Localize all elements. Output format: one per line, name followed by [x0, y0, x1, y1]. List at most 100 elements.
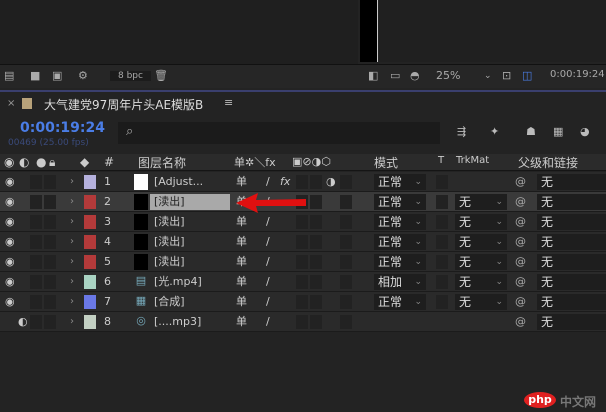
new-folder-icon[interactable]: ■	[30, 69, 40, 82]
expand-chevron-icon[interactable]: ›	[70, 174, 74, 190]
project-settings-icon[interactable]: ⚙	[78, 69, 88, 82]
parent-select[interactable]: 无	[537, 254, 606, 270]
transparency-grid-icon[interactable]: ◫	[522, 69, 532, 82]
trkmat-select[interactable]: 无 ⌄	[455, 294, 507, 310]
switch-box[interactable]	[30, 195, 42, 209]
pickwhip-icon[interactable]: @	[515, 274, 526, 290]
mode-select[interactable]: 正常 ⌄	[374, 174, 426, 190]
switch-box[interactable]	[340, 275, 352, 289]
mode-select[interactable]: 相加 ⌄	[374, 274, 426, 290]
layer-name[interactable]: [渎出]	[150, 214, 230, 230]
preserve-transparency-box[interactable]	[436, 275, 448, 289]
layer-name[interactable]: [渎出]	[150, 194, 230, 210]
label-color[interactable]	[84, 315, 96, 329]
parent-select[interactable]: 无	[537, 214, 606, 230]
switch-box[interactable]	[340, 175, 352, 189]
column-mode[interactable]: 模式	[374, 154, 398, 171]
monitor-icon[interactable]: ▭	[390, 69, 400, 82]
switch-box[interactable]	[30, 235, 42, 249]
preserve-transparency-box[interactable]	[436, 175, 448, 189]
shy-switch-icon[interactable]: 单	[236, 274, 247, 290]
label-color[interactable]	[84, 255, 96, 269]
eye-icon[interactable]: ◉	[5, 274, 15, 290]
trkmat-select[interactable]: 无 ⌄	[455, 194, 507, 210]
switch-box[interactable]	[310, 255, 322, 269]
switch-box[interactable]	[310, 195, 322, 209]
switch-box[interactable]	[30, 255, 42, 269]
tab-comp-title[interactable]: 大气建党97周年片头AE模版B	[44, 96, 203, 113]
layer-name[interactable]: [Adjust...	[150, 174, 230, 190]
expand-chevron-icon[interactable]: ›	[70, 274, 74, 290]
switch-box[interactable]	[340, 255, 352, 269]
switch-box[interactable]	[310, 175, 322, 189]
layer-name[interactable]: [合成]	[150, 294, 230, 310]
trkmat-select[interactable]: 无 ⌄	[455, 234, 507, 250]
switch-box[interactable]	[296, 255, 308, 269]
column-parent[interactable]: 父级和链接	[518, 154, 578, 171]
preserve-transparency-box[interactable]	[436, 195, 448, 209]
quality-switch-icon[interactable]: /	[266, 314, 270, 330]
mode-select[interactable]: 正常 ⌄	[374, 294, 426, 310]
eye-icon[interactable]: ◉	[5, 254, 15, 270]
pickwhip-icon[interactable]: @	[515, 254, 526, 270]
mode-select[interactable]: 正常 ⌄	[374, 254, 426, 270]
shy-switch-icon[interactable]: 单	[236, 294, 247, 310]
parent-select[interactable]: 无	[537, 234, 606, 250]
switch-box[interactable]	[296, 235, 308, 249]
parent-select[interactable]: 无	[537, 294, 606, 310]
switch-box[interactable]	[296, 275, 308, 289]
layer-row[interactable]: ◉ › 1 [Adjust... 单 / fx ◑ 正常 ⌄ @ 无	[0, 172, 606, 192]
close-icon[interactable]: ×	[7, 98, 15, 109]
parent-select[interactable]: 无	[537, 314, 606, 330]
preserve-transparency-box[interactable]	[436, 295, 448, 309]
shy-switch-icon[interactable]: 单	[236, 174, 247, 190]
switch-box[interactable]	[296, 175, 308, 189]
label-color[interactable]	[84, 295, 96, 309]
switch-box[interactable]	[340, 235, 352, 249]
chevron-down-icon[interactable]: ⌄	[484, 71, 492, 81]
expand-chevron-icon[interactable]: ›	[70, 234, 74, 250]
pickwhip-icon[interactable]: @	[515, 194, 526, 210]
eye-icon[interactable]: ◉	[5, 234, 15, 250]
comp-flowchart-icon[interactable]: ⇶	[457, 125, 466, 138]
switch-box[interactable]	[340, 215, 352, 229]
switch-box[interactable]	[44, 235, 56, 249]
parent-select[interactable]: 无	[537, 194, 606, 210]
current-time[interactable]: 0:00:19:24	[20, 120, 105, 136]
trash-icon[interactable]: 🗑	[154, 69, 168, 82]
shy-switch-icon[interactable]: 单	[236, 234, 247, 250]
preserve-transparency-box[interactable]	[436, 255, 448, 269]
label-color[interactable]	[84, 195, 96, 209]
switch-box[interactable]	[30, 215, 42, 229]
switch-box[interactable]	[30, 315, 42, 329]
switch-box[interactable]	[44, 175, 56, 189]
search-input[interactable]: ⌕	[118, 122, 440, 144]
layer-name[interactable]: [渎出]	[150, 234, 230, 250]
quality-switch-icon[interactable]: /	[266, 254, 270, 270]
switch-box[interactable]	[44, 295, 56, 309]
trkmat-select[interactable]: 无 ⌄	[455, 214, 507, 230]
layer-row[interactable]: ◉ › 7 ▦ [合成] 单 / 正常 ⌄ 无 ⌄ @ 无	[0, 292, 606, 312]
pickwhip-icon[interactable]: @	[515, 174, 526, 190]
layer-name[interactable]: [渎出]	[150, 254, 230, 270]
region-icon[interactable]: ⊡	[502, 69, 511, 82]
shy-switch-icon[interactable]: 单	[236, 314, 247, 330]
quality-switch-icon[interactable]: /	[266, 234, 270, 250]
layer-row[interactable]: ◉ › 3 [渎出] 单 / 正常 ⌄ 无 ⌄ @ 无	[0, 212, 606, 232]
trkmat-select[interactable]: 无 ⌄	[455, 254, 507, 270]
quality-switch-icon[interactable]: /	[266, 294, 270, 310]
label-color[interactable]	[84, 215, 96, 229]
fx-icon[interactable]: fx	[280, 174, 290, 190]
switch-box[interactable]	[310, 215, 322, 229]
column-layer-name[interactable]: 图层名称	[138, 154, 186, 171]
switch-box[interactable]	[44, 275, 56, 289]
panel-menu-icon[interactable]: ≡	[224, 96, 233, 109]
label-color[interactable]	[84, 175, 96, 189]
expand-chevron-icon[interactable]: ›	[70, 254, 74, 270]
eye-icon[interactable]: ◉	[5, 174, 15, 190]
parent-select[interactable]: 无	[537, 274, 606, 290]
audio-icon[interactable]: ◐	[18, 314, 28, 330]
switch-box[interactable]	[310, 235, 322, 249]
pickwhip-icon[interactable]: @	[515, 234, 526, 250]
switch-box[interactable]	[44, 195, 56, 209]
